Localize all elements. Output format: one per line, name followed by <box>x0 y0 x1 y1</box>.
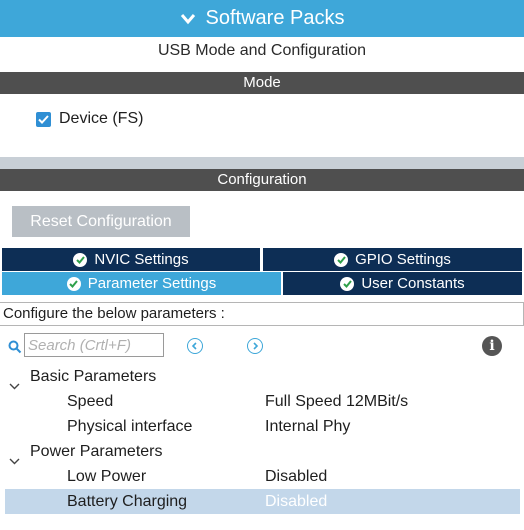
previous-match-icon[interactable] <box>187 338 203 354</box>
check-circle-icon <box>334 252 349 267</box>
group-power-parameters[interactable]: Power Parameters <box>0 439 524 465</box>
next-match-icon[interactable] <box>247 338 263 354</box>
search-icon <box>8 340 22 359</box>
header-title: Software Packs <box>205 7 345 29</box>
param-row-battery-charging[interactable]: Battery Charging Disabled <box>5 489 520 514</box>
param-value: Disabled <box>265 468 328 485</box>
tab-label: User Constants <box>361 275 465 292</box>
group-label: Basic Parameters <box>30 368 157 385</box>
tab-gpio-settings[interactable]: GPIO Settings <box>263 248 522 271</box>
tab-label: GPIO Settings <box>355 251 451 268</box>
device-fs-option[interactable]: Device (FS) <box>36 110 143 128</box>
param-name: Low Power <box>67 468 147 485</box>
tab-user-constants[interactable]: User Constants <box>283 272 522 295</box>
param-row-speed[interactable]: Speed Full Speed 12MBit/s <box>0 389 524 414</box>
info-icon[interactable]: i <box>482 336 502 356</box>
param-name: Battery Charging <box>67 493 188 510</box>
software-packs-header[interactable]: Software Packs <box>0 0 524 37</box>
check-circle-icon <box>340 276 355 291</box>
parameters-instructions: Configure the below parameters : <box>0 302 524 326</box>
page-subtitle: USB Mode and Configuration <box>157 42 367 59</box>
param-row-physical-interface[interactable]: Physical interface Internal Phy <box>0 414 524 439</box>
device-fs-checkbox[interactable] <box>36 111 51 127</box>
param-value: Full Speed 12MBit/s <box>265 393 409 410</box>
tab-label: NVIC Settings <box>94 251 189 268</box>
tab-label: Parameter Settings <box>87 275 217 292</box>
param-value: Internal Phy <box>265 418 351 435</box>
group-basic-parameters[interactable]: Basic Parameters <box>0 364 524 390</box>
search-toolbar: i <box>0 332 524 360</box>
reset-configuration-button[interactable]: Reset Configuration <box>12 206 190 237</box>
chevron-down-icon[interactable] <box>180 13 196 25</box>
param-value: Disabled <box>265 493 328 510</box>
search-input[interactable] <box>24 333 164 357</box>
tab-parameter-settings[interactable]: Parameter Settings <box>2 272 281 295</box>
mode-section-header: Mode <box>0 72 524 94</box>
configuration-section-header: Configuration <box>0 169 524 191</box>
param-name: Speed <box>67 393 114 410</box>
check-circle-icon <box>66 276 81 291</box>
param-row-low-power[interactable]: Low Power Disabled <box>0 464 524 489</box>
check-circle-icon <box>73 252 88 267</box>
mode-divider <box>0 157 524 169</box>
param-name: Physical interface <box>67 418 193 435</box>
device-fs-label: Device (FS) <box>59 110 144 127</box>
group-label: Power Parameters <box>30 443 163 460</box>
tab-nvic-settings[interactable]: NVIC Settings <box>2 248 260 271</box>
